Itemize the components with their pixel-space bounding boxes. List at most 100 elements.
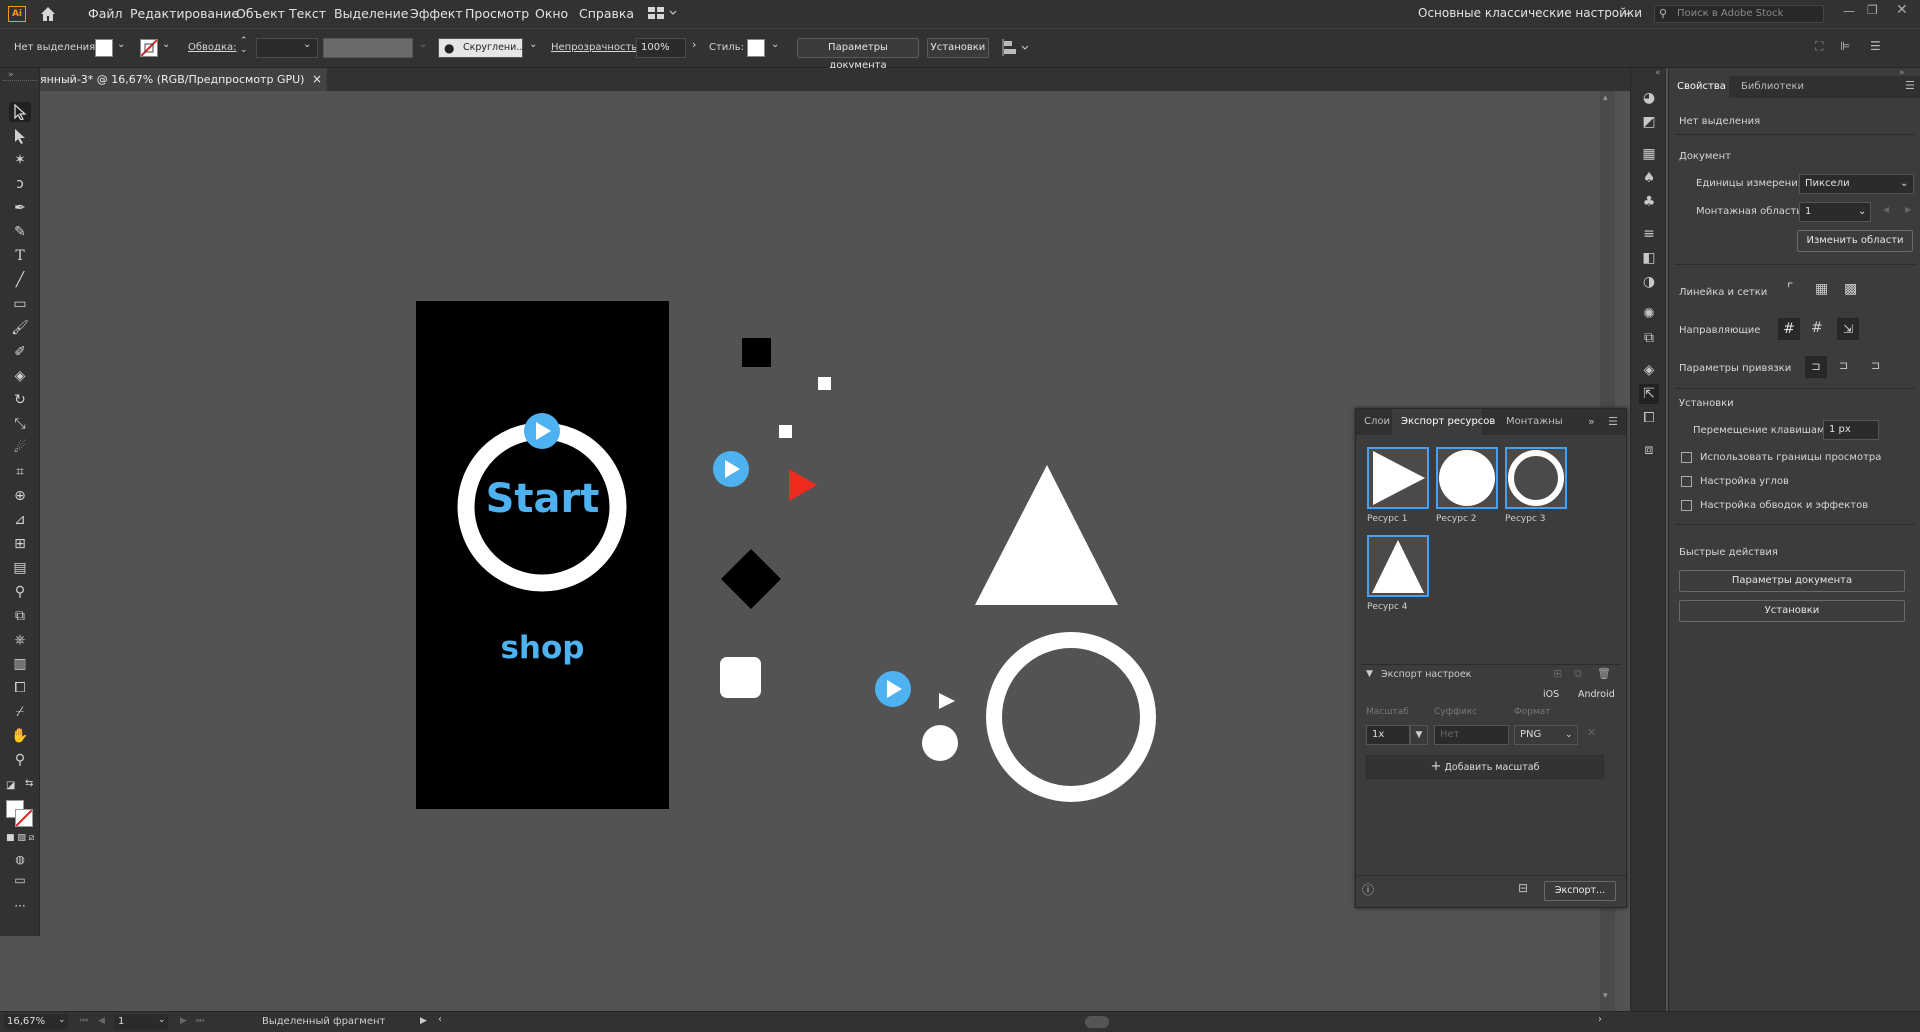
close-tab-icon[interactable]: × [312, 68, 322, 91]
slice-tool-icon[interactable]: ⌿ [9, 702, 31, 722]
units-dropdown[interactable]: Пиксели ⌄ [1799, 174, 1914, 194]
stroke-icon[interactable]: ≡ [1639, 224, 1659, 244]
color-icon[interactable]: ◕ [1639, 88, 1659, 108]
pen-tool-icon[interactable]: ✒ [9, 198, 31, 218]
next-artboard-icon[interactable]: ▶ [1905, 205, 1911, 214]
hand-tool-icon[interactable]: ✋ [9, 726, 31, 746]
add-icon[interactable]: ⊞ [1553, 667, 1562, 680]
collapse-icon[interactable]: » [8, 70, 14, 80]
brushes-icon[interactable]: ♠ [1639, 168, 1659, 188]
white-circle[interactable] [922, 725, 958, 761]
type-tool-icon[interactable]: T [9, 246, 31, 266]
scroll-up-icon[interactable]: ▴ [1603, 93, 1608, 103]
magic-wand-tool-icon[interactable]: ✶ [9, 150, 31, 170]
screen-mode-icon[interactable]: ▭ [9, 870, 31, 890]
menu-icon[interactable]: ☰ [1870, 39, 1881, 53]
layers-icon[interactable]: ◈ [1639, 360, 1659, 380]
swatches-icon[interactable]: ▦ [1639, 144, 1659, 164]
opacity-label[interactable]: Непрозрачность: [551, 42, 641, 53]
scale-input[interactable]: 1x [1366, 725, 1410, 745]
artboards-icon[interactable]: ⧠ [1639, 408, 1659, 428]
free-transform-tool-icon[interactable]: ⌗ [9, 462, 31, 482]
document-setup-button[interactable]: Параметры документа [1679, 570, 1905, 592]
fill-swatch[interactable] [95, 39, 113, 57]
document-setup-button[interactable]: Параметры документа [797, 38, 919, 71]
triangle-down-icon[interactable]: ▼ [1366, 669, 1373, 679]
preview-bounds-checkbox[interactable] [1681, 452, 1692, 463]
draw-mode-icon[interactable]: ◍ [9, 850, 31, 870]
stroke-label[interactable]: Обводка: [188, 42, 237, 53]
transform-icon[interactable]: ⛶ [1815, 39, 1823, 54]
remove-scale-icon[interactable]: ✕ [1587, 726, 1596, 739]
edit-artboards-button[interactable]: Изменить области [1797, 230, 1913, 252]
chevron-down-icon[interactable]: ⌄ [162, 39, 170, 50]
smart-guides-icon[interactable]: ⇲ [1837, 318, 1859, 340]
duplicate-icon[interactable]: ⧉ [1574, 667, 1582, 681]
chevron-down-icon[interactable]: ⌄ [117, 39, 125, 50]
previous-artboard-icon[interactable]: ◀ [1883, 205, 1889, 214]
start-text[interactable]: Start [416, 476, 669, 522]
chevron-down-icon[interactable]: ▼ [1410, 725, 1428, 745]
rectangle-tool-icon[interactable]: ▭ [9, 294, 31, 314]
last-artboard-icon[interactable]: ⏭ [196, 1016, 204, 1026]
stroke-swatch[interactable] [140, 39, 158, 57]
asset-export-icon[interactable]: ⇱ [1639, 384, 1659, 404]
asset-thumb-3[interactable] [1505, 447, 1567, 509]
snap-to-grid-icon[interactable]: ⊐ [1839, 359, 1848, 372]
zoom-tool-icon[interactable]: ⚲ [9, 750, 31, 770]
next-artboard-icon[interactable]: ▶ [180, 1016, 187, 1026]
add-scale-button[interactable]: + Добавить масштаб [1366, 755, 1604, 779]
links-icon[interactable]: ⧈ [1639, 440, 1659, 460]
scroll-left-icon[interactable]: ‹ [438, 1014, 442, 1025]
symbols-icon[interactable]: ♣ [1639, 192, 1659, 212]
keyboard-increment-input[interactable]: 1 px [1823, 420, 1879, 440]
previous-artboard-icon[interactable]: ◀ [98, 1016, 105, 1026]
graph-tool-icon[interactable]: ▥ [9, 654, 31, 674]
arrange-documents-icon[interactable] [648, 7, 678, 21]
scale-tool-icon[interactable]: ⤡ [9, 414, 31, 434]
artboard-rect[interactable] [416, 301, 669, 809]
color-guide-icon[interactable]: ◩ [1639, 112, 1659, 132]
tab-layers[interactable]: Слои [1364, 409, 1390, 435]
scroll-down-icon[interactable]: ▾ [1603, 991, 1608, 1001]
paintbrush-tool-icon[interactable]: 🖌 [9, 318, 31, 338]
appearance-icon[interactable]: ✺ [1639, 304, 1659, 324]
transparency-grid-icon[interactable]: ▩ [1844, 281, 1857, 297]
tab-properties[interactable]: Свойства [1677, 81, 1726, 92]
rulers-icon[interactable]: ⌜ [1787, 281, 1794, 297]
gradient-tool-icon[interactable]: ▤ [9, 558, 31, 578]
rotate-tool-icon[interactable]: ↻ [9, 390, 31, 410]
chevron-right-icon[interactable]: › [692, 38, 696, 51]
grid-icon[interactable]: ▦ [1815, 281, 1828, 297]
lock-guides-icon[interactable]: # [1811, 320, 1823, 336]
home-icon[interactable] [40, 6, 56, 22]
menu-object[interactable]: Объект [236, 6, 285, 21]
scale-corners-checkbox[interactable] [1681, 476, 1692, 487]
status-menu-icon[interactable]: ▶ [420, 1016, 427, 1026]
collapse-icon[interactable]: « [1655, 68, 1661, 78]
swap-colors-icon[interactable]: ⇆ [25, 778, 33, 789]
snap-to-pixel-icon[interactable]: ⊐ [1871, 359, 1880, 372]
stepper-icon[interactable]: ⌃ ⌄ [240, 37, 248, 55]
default-colors-icon[interactable]: ◪ [6, 780, 15, 791]
align-icon[interactable] [1002, 39, 1032, 57]
large-ring[interactable] [986, 632, 1156, 802]
symbol-sprayer-tool-icon[interactable]: ⎈ [9, 630, 31, 650]
menu-select[interactable]: Выделение [334, 6, 408, 21]
white-triangle[interactable] [975, 465, 1118, 605]
menu-edit[interactable]: Редактирование [130, 6, 239, 21]
horizontal-scroll-thumb[interactable] [1085, 1016, 1109, 1028]
direct-selection-tool-icon[interactable] [9, 126, 31, 146]
suffix-input[interactable]: Нет [1434, 725, 1509, 745]
tiny-white-square[interactable] [779, 425, 792, 438]
lasso-tool-icon[interactable]: ↄ [9, 174, 31, 194]
menu-file[interactable]: Файл [88, 6, 123, 21]
show-guides-icon[interactable]: # [1778, 318, 1800, 340]
warp-tool-icon[interactable]: ☄ [9, 438, 31, 458]
gradient-icon[interactable]: ◧ [1639, 248, 1659, 268]
white-rounded-square[interactable] [720, 657, 761, 698]
more-tools-icon[interactable]: ··· [9, 896, 31, 916]
small-white-triangle[interactable] [939, 693, 955, 709]
black-diamond[interactable] [721, 549, 781, 609]
menu-type[interactable]: Текст [289, 6, 326, 21]
